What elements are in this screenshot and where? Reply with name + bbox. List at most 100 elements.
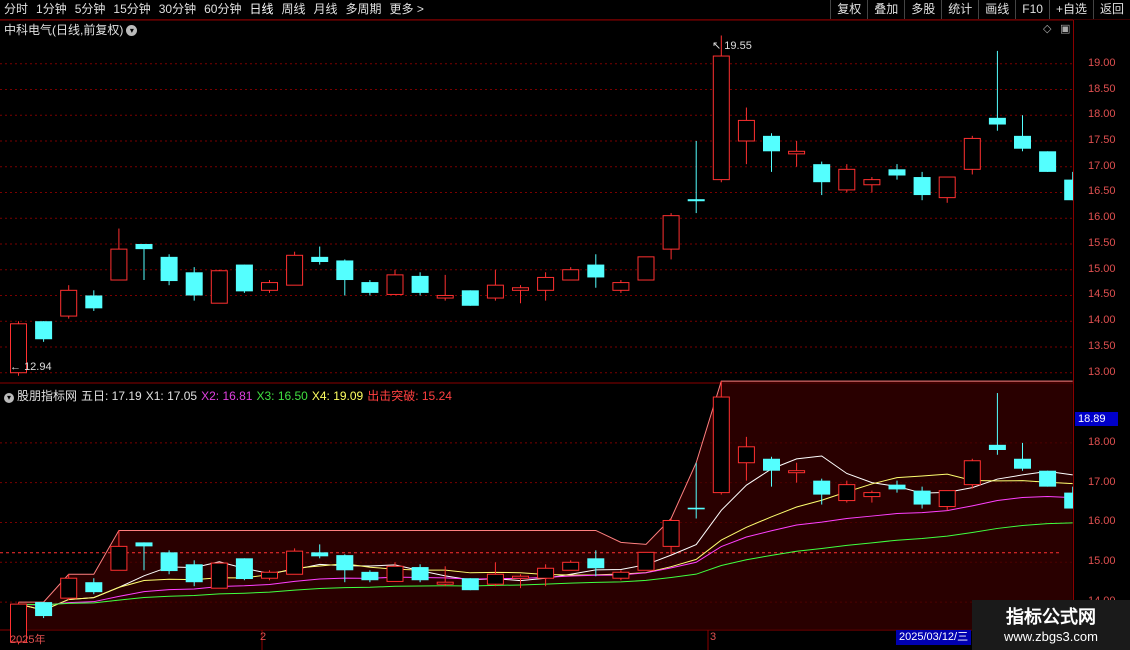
ind-candle	[1064, 492, 1073, 509]
main-ytick-1: 18.50	[1088, 82, 1116, 95]
ind-candle	[612, 571, 630, 579]
indicator-value-1: 五日: 17.19	[81, 389, 142, 403]
ind-candle	[988, 444, 1006, 450]
x-label-mar: 3	[710, 631, 717, 643]
main-candles	[10, 35, 1073, 376]
ind-candle	[411, 567, 429, 581]
main-candle	[763, 135, 780, 152]
indicator-value-2: X1: 17.05	[145, 389, 198, 403]
watermark-url: www.zbgs3.com	[1004, 629, 1098, 644]
ind-candle	[235, 558, 253, 580]
ind-candle	[637, 551, 655, 571]
main-candle	[436, 294, 454, 299]
main-ytick-10: 14.00	[1088, 314, 1116, 327]
ind-candle	[210, 562, 228, 589]
kline-chart[interactable]	[0, 0, 1073, 650]
ind-candle	[110, 545, 128, 571]
main-candle	[587, 264, 605, 278]
ind-candle	[361, 571, 379, 581]
main-candle	[411, 275, 429, 293]
main-ytick-7: 15.50	[1088, 236, 1116, 249]
main-candle	[1064, 179, 1073, 201]
main-ytick-11: 13.50	[1088, 339, 1116, 352]
main-candle	[336, 260, 354, 281]
indicator-value-3: X2: 16.81	[201, 389, 253, 403]
main-candle	[85, 295, 103, 309]
ind-candle	[135, 542, 153, 547]
ind-candle	[763, 458, 780, 471]
high-price-value: 19.55	[724, 40, 752, 52]
ind-candle	[888, 484, 906, 490]
main-candle	[712, 55, 730, 181]
low-price-value: 12.94	[24, 361, 52, 373]
indicator-ytick-1: 17.00	[1088, 475, 1116, 488]
x-label-year: 2025年	[10, 634, 46, 646]
low-price-label: ← 12.94	[10, 361, 52, 373]
main-candle	[913, 177, 931, 196]
main-candle	[838, 168, 856, 191]
ind-candle	[838, 484, 856, 502]
ind-candle	[461, 578, 479, 591]
main-candle	[963, 137, 981, 170]
ind-candle	[587, 558, 605, 569]
main-candle	[737, 119, 755, 142]
watermark-title: 指标公式网	[1006, 607, 1096, 627]
ind-candle	[938, 490, 956, 508]
main-candle	[110, 248, 128, 281]
cursor-date: 2025/03/12/三	[896, 630, 972, 645]
ind-candle	[436, 581, 454, 585]
ind-candle	[512, 575, 529, 579]
ind-candle	[261, 571, 278, 579]
indicator-value-4: X3: 16.50	[256, 389, 308, 403]
ind-candle	[813, 480, 831, 495]
main-candle	[461, 290, 479, 306]
main-candle	[813, 164, 831, 183]
indicator-ytick-3: 15.00	[1088, 555, 1116, 568]
main-candle	[788, 150, 806, 155]
ind-candle	[386, 565, 404, 582]
main-ytick-8: 15.00	[1088, 262, 1116, 275]
main-candle	[486, 284, 504, 299]
main-candle	[135, 243, 153, 250]
main-ytick-3: 17.50	[1088, 134, 1116, 146]
ind-candle	[863, 492, 881, 498]
x-label-feb: 2	[260, 631, 267, 643]
main-ytick-0: 19.00	[1088, 56, 1116, 69]
ind-candle	[286, 550, 304, 575]
main-ytick-4: 17.00	[1088, 159, 1116, 172]
main-candle	[687, 199, 705, 202]
ind-candle	[311, 552, 329, 557]
main-candle	[537, 276, 555, 291]
ind-candle	[662, 519, 680, 547]
main-candle	[612, 282, 630, 291]
main-candle	[185, 272, 203, 296]
main-candle	[988, 117, 1006, 125]
main-candle	[311, 256, 329, 262]
main-candle	[1039, 151, 1057, 172]
main-candle	[662, 215, 680, 250]
main-ytick-12: 13.00	[1088, 365, 1116, 378]
indicator-fill	[0, 380, 1073, 630]
ind-candle	[60, 577, 78, 599]
ind-candle	[35, 602, 53, 617]
main-candle	[235, 264, 253, 292]
ind-candle	[537, 567, 555, 579]
main-candle	[286, 254, 304, 286]
ind-candle	[1014, 458, 1031, 469]
main-candle	[562, 269, 580, 281]
current-value-badge: 18.89	[1075, 412, 1118, 426]
ind-candle	[160, 552, 178, 572]
ind-candle	[788, 470, 806, 474]
main-candle	[361, 282, 379, 293]
main-candle	[35, 321, 53, 340]
ind-candle	[963, 460, 981, 486]
main-candle	[512, 287, 529, 291]
indicator-header[interactable]: ▾ 股朋指标网 五日: 17.19 X1: 17.05 X2: 16.81 X3: 16.…	[4, 387, 456, 404]
chevron-down-icon[interactable]: ▾	[4, 393, 14, 403]
main-candle	[210, 270, 228, 304]
main-candle	[160, 256, 178, 282]
toolbar-button-7[interactable]: 返回	[1092, 0, 1130, 19]
main-candle	[888, 169, 906, 176]
main-ytick-5: 16.50	[1088, 185, 1116, 198]
ind-candle	[1039, 470, 1057, 487]
